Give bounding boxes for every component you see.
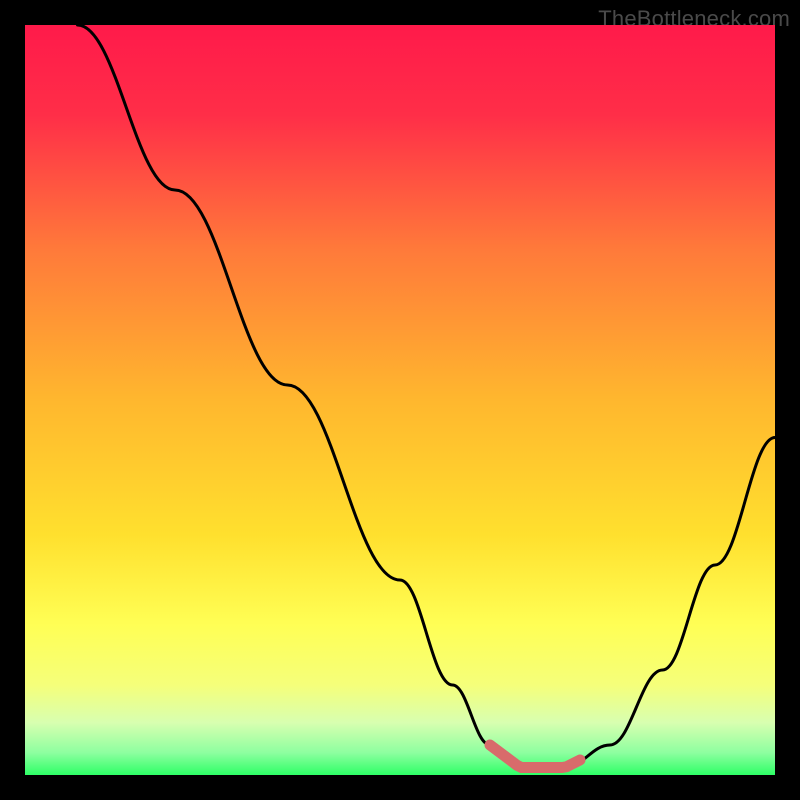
plot-area (25, 25, 775, 775)
chart-container: TheBottleneck.com (0, 0, 800, 800)
plot-svg (25, 25, 775, 775)
